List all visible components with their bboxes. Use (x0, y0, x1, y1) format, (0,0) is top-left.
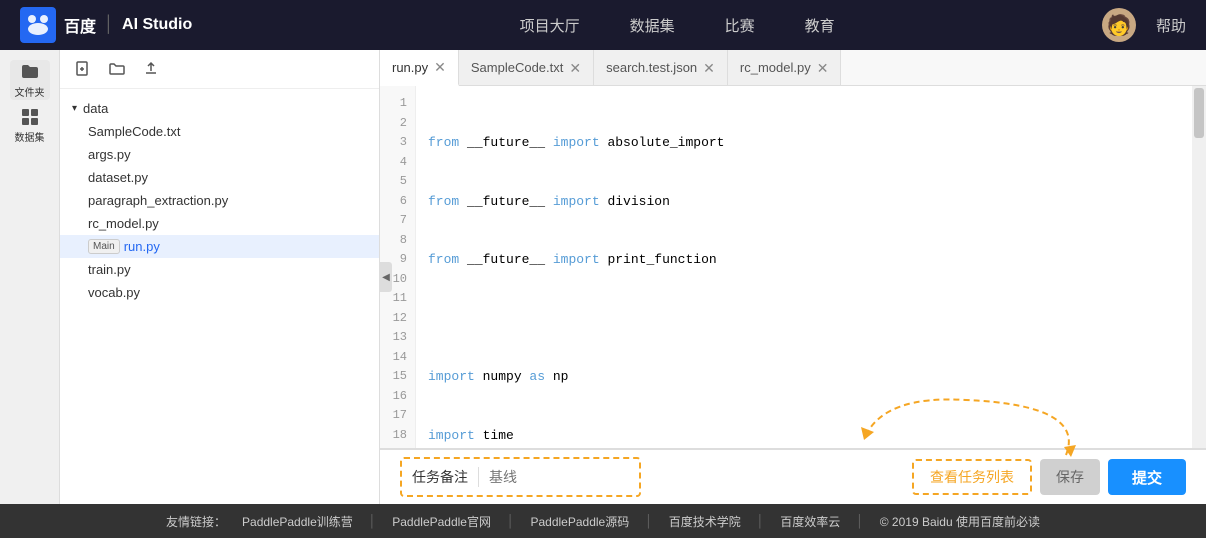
header: 百度 │ AI Studio 项目大厅 数据集 比赛 教育 🧑 帮助 (0, 0, 1206, 50)
tab-close-runpy[interactable]: ✕ (434, 60, 446, 74)
file-name: SampleCode.txt (88, 124, 181, 139)
tab-label: rc_model.py (740, 60, 811, 75)
upload-button[interactable] (140, 58, 162, 80)
file-paragraph[interactable]: paragraph_extraction.py (60, 189, 379, 212)
code-editor[interactable]: 1234 5678 9101112 13141516 17181920 2122… (380, 86, 1206, 448)
logo[interactable]: 百度 │ AI Studio (20, 7, 192, 43)
tab-searchtest[interactable]: search.test.json ✕ (594, 50, 728, 85)
tab-samplecode[interactable]: SampleCode.txt ✕ (459, 50, 594, 85)
file-name: run.py (124, 239, 160, 254)
tab-label: SampleCode.txt (471, 60, 564, 75)
sidebar-files-label: 文件夹 (15, 84, 45, 99)
file-vocab[interactable]: vocab.py (60, 281, 379, 304)
file-toolbar (60, 50, 379, 89)
new-file-icon (75, 61, 91, 77)
new-folder-icon (109, 61, 125, 77)
tab-close-rcmodel[interactable]: ✕ (817, 61, 829, 75)
collapse-panel-arrow[interactable]: ◀ (380, 262, 392, 292)
nav-datasets[interactable]: 数据集 (630, 15, 675, 36)
view-tasks-button[interactable]: 查看任务列表 (912, 459, 1032, 495)
folder-icon (20, 62, 40, 82)
file-samplecode[interactable]: SampleCode.txt (60, 120, 379, 143)
scrollbar-track[interactable] (1192, 86, 1206, 448)
main-badge: Main (88, 239, 120, 254)
footer-prefix: 友情链接： (166, 513, 226, 530)
nav-projects[interactable]: 项目大厅 (520, 15, 580, 36)
file-name: paragraph_extraction.py (88, 193, 228, 208)
tab-runpy[interactable]: run.py ✕ (380, 50, 459, 86)
footer: 友情链接： PaddlePaddle训练营 │ PaddlePaddle官网 │… (0, 504, 1206, 538)
folder-name: data (83, 101, 108, 116)
file-name: rc_model.py (88, 216, 159, 231)
grid-icon (20, 107, 40, 127)
separator: │ (104, 16, 114, 34)
file-rcmodel[interactable]: rc_model.py (60, 212, 379, 235)
main-content: 文件夹 数据集 (0, 50, 1206, 504)
nav-competitions[interactable]: 比赛 (725, 15, 755, 36)
editor-area: ◀ run.py ✕ SampleCode.txt ✕ search.test.… (380, 50, 1206, 504)
file-tree: ▾ data SampleCode.txt args.py dataset.py… (60, 89, 379, 504)
file-train[interactable]: train.py (60, 258, 379, 281)
code-lines: from __future__ import absolute_import f… (416, 86, 1206, 448)
file-dataset[interactable]: dataset.py (60, 166, 379, 189)
avatar[interactable]: 🧑 (1102, 8, 1136, 42)
baseline-input[interactable] (479, 469, 639, 485)
new-file-button[interactable] (72, 58, 94, 80)
footer-copyright: © 2019 Baidu 使用百度前必读 (880, 513, 1040, 530)
tab-label: search.test.json (606, 60, 697, 75)
file-name: args.py (88, 147, 131, 162)
footer-link-baiduefficiency[interactable]: 百度效率云 (780, 513, 840, 530)
file-name: vocab.py (88, 285, 140, 300)
footer-link-paddlecamp[interactable]: PaddlePaddle训练营 (242, 513, 353, 530)
task-input-group: 任务备注 (400, 457, 641, 497)
right-actions: 查看任务列表 保存 提交 (912, 459, 1186, 495)
new-folder-button[interactable] (106, 58, 128, 80)
tabs-bar: run.py ✕ SampleCode.txt ✕ search.test.js… (380, 50, 1206, 86)
sidebar-item-files[interactable]: 文件夹 (10, 60, 50, 100)
bottom-bar: 任务备注 查看任务列表 保存 提交 (380, 448, 1206, 504)
save-button[interactable]: 保存 (1040, 459, 1100, 495)
baidu-logo-icon (20, 7, 56, 43)
tab-close-searchtest[interactable]: ✕ (703, 61, 715, 75)
upload-icon (143, 61, 159, 77)
folder-data[interactable]: ▾ data (60, 97, 379, 120)
scrollbar-thumb[interactable] (1194, 88, 1204, 138)
studio-label: AI Studio (122, 16, 192, 34)
file-name: train.py (88, 262, 131, 277)
footer-link-paddlesource[interactable]: PaddlePaddle源码 (530, 513, 629, 530)
nav-education[interactable]: 教育 (805, 15, 835, 36)
submit-button[interactable]: 提交 (1108, 459, 1186, 495)
footer-link-paddleofficial[interactable]: PaddlePaddle官网 (392, 513, 491, 530)
file-name: dataset.py (88, 170, 148, 185)
sidebar-datasets-label: 数据集 (15, 129, 45, 144)
file-panel: ▾ data SampleCode.txt args.py dataset.py… (60, 50, 380, 504)
main-nav: 项目大厅 数据集 比赛 教育 (252, 15, 1102, 36)
help-link[interactable]: 帮助 (1156, 15, 1186, 36)
baidu-text: 百度 (64, 13, 96, 37)
chevron-down-icon: ▾ (72, 103, 77, 114)
code-content: 1234 5678 9101112 13141516 17181920 2122… (380, 86, 1206, 448)
task-note-label: 任务备注 (402, 467, 479, 487)
tab-rcmodel[interactable]: rc_model.py ✕ (728, 50, 842, 85)
file-runpy[interactable]: Main run.py (60, 235, 379, 258)
tab-label: run.py (392, 60, 428, 75)
tab-close-samplecode[interactable]: ✕ (569, 61, 581, 75)
file-args[interactable]: args.py (60, 143, 379, 166)
footer-link-baidutechacademy[interactable]: 百度技术学院 (669, 513, 741, 530)
header-right: 🧑 帮助 (1102, 8, 1186, 42)
sidebar-item-datasets[interactable]: 数据集 (10, 105, 50, 145)
sidebar: 文件夹 数据集 (0, 50, 60, 504)
